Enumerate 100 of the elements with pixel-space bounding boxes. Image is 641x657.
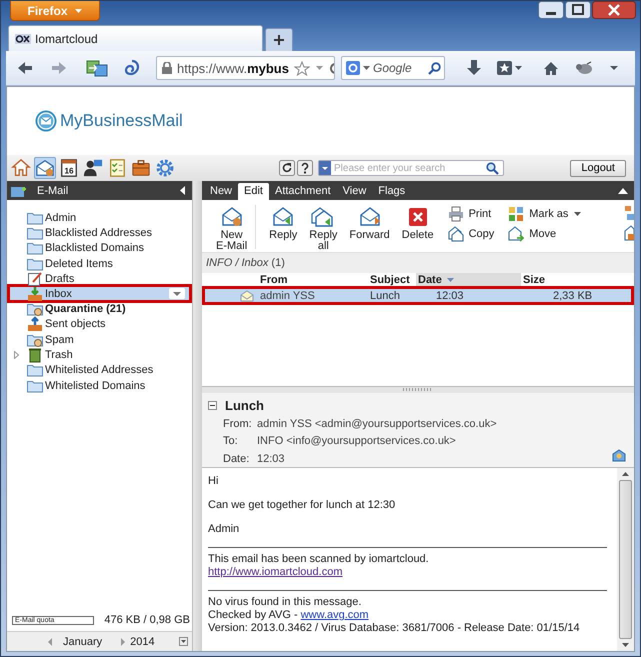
column-header[interactable]: From bbox=[258, 273, 368, 287]
calendar-icon[interactable]: 16 bbox=[58, 157, 80, 179]
back-icon[interactable] bbox=[16, 60, 34, 76]
search-engine-icon bbox=[346, 61, 360, 75]
panel-title: E-Mail bbox=[37, 184, 70, 196]
caret-icon bbox=[573, 210, 582, 216]
search-input[interactable]: Google bbox=[373, 61, 425, 75]
folder-item[interactable]: Deleted Items bbox=[7, 256, 192, 272]
sort-down-icon bbox=[446, 277, 455, 283]
maximize-icon[interactable] bbox=[565, 1, 591, 19]
swirl-icon[interactable] bbox=[124, 59, 140, 77]
folder-item[interactable]: Blacklisted Domains bbox=[7, 240, 192, 256]
logo-text: MyBusinessMail bbox=[60, 111, 183, 131]
body-text: Admin bbox=[208, 523, 240, 536]
sent-tray-icon bbox=[27, 316, 43, 332]
home-icon[interactable] bbox=[543, 60, 559, 76]
bug-icon[interactable] bbox=[575, 61, 593, 75]
mail-icon[interactable] bbox=[34, 157, 56, 179]
new-mail-icon bbox=[220, 205, 244, 229]
ribbon-button[interactable]: Forward bbox=[349, 205, 390, 241]
ribbon-button[interactable]: Copy bbox=[448, 225, 494, 242]
tiles-icon bbox=[508, 206, 524, 222]
ribbon-button[interactable]: Reply bbox=[269, 205, 298, 241]
ribbon-button[interactable]: Move bbox=[508, 225, 556, 242]
plus-icon bbox=[273, 34, 285, 46]
scrollbar[interactable] bbox=[617, 468, 634, 651]
search-icon[interactable] bbox=[486, 162, 499, 174]
ribbon-button[interactable]: Mark as bbox=[508, 205, 582, 222]
collapse-icon[interactable] bbox=[180, 186, 186, 195]
folder-item[interactable]: Trash bbox=[7, 347, 192, 363]
close-icon[interactable] bbox=[592, 1, 636, 19]
quota-reading: 476 KB / 0,98 GB bbox=[104, 614, 190, 626]
folder-item[interactable]: Spam bbox=[7, 332, 192, 348]
ribbon-tab[interactable]: Edit bbox=[238, 183, 269, 200]
contact-icon[interactable] bbox=[612, 449, 626, 462]
folder-item[interactable]: Admin bbox=[7, 210, 192, 226]
ribbon-button[interactable]: Reply all bbox=[309, 205, 338, 252]
ribbon-tab[interactable]: New bbox=[204, 183, 238, 200]
download-icon[interactable] bbox=[467, 60, 481, 76]
ribbon-button[interactable]: Print bbox=[448, 205, 492, 222]
field-value: admin YSS <admin@yoursupportservices.co.uk> bbox=[257, 418, 497, 430]
year-label: 2014 bbox=[130, 636, 155, 648]
page-arrow-icon[interactable] bbox=[86, 59, 108, 77]
caret-icon bbox=[74, 8, 82, 14]
field-label: From: bbox=[223, 418, 253, 430]
caret-icon[interactable] bbox=[314, 65, 324, 71]
address-field[interactable]: https://www.mybus bbox=[156, 56, 335, 80]
new-tab-button[interactable] bbox=[265, 28, 293, 51]
ribbon-tab[interactable]: Attachment bbox=[268, 183, 337, 200]
collapse-ribbon-icon[interactable] bbox=[618, 188, 628, 194]
message-subject: Lunch bbox=[225, 398, 264, 412]
settings-icon[interactable] bbox=[154, 157, 176, 179]
ribbon-tab[interactable]: View bbox=[336, 183, 372, 200]
refresh-icon[interactable] bbox=[279, 160, 295, 176]
menu-caret-icon[interactable] bbox=[609, 65, 619, 71]
folder-path: INFO / Inbox (1) bbox=[202, 253, 634, 273]
caret-icon bbox=[363, 66, 370, 70]
ribbon-button[interactable]: Delete bbox=[402, 205, 434, 241]
column-header[interactable]: Date bbox=[416, 273, 521, 287]
browser-tab[interactable]: Iomartcloud bbox=[8, 25, 263, 51]
body-text: Hi bbox=[208, 475, 220, 488]
globe-folder-icon bbox=[27, 301, 43, 318]
scroll-up-icon[interactable] bbox=[622, 472, 629, 476]
collapse-icon[interactable] bbox=[208, 400, 217, 410]
help-icon[interactable] bbox=[297, 160, 313, 176]
dropdown-icon[interactable] bbox=[169, 288, 185, 300]
folder-item[interactable]: Whitelisted Addresses bbox=[7, 362, 192, 378]
link[interactable]: http://www.iomartcloud.com bbox=[208, 566, 342, 578]
table-cell-text: 12:03 bbox=[435, 290, 465, 302]
link[interactable]: www.avg.com bbox=[300, 609, 369, 621]
expand-icon[interactable] bbox=[14, 351, 18, 360]
inbox-tray-icon bbox=[27, 286, 43, 302]
draft-icon bbox=[27, 270, 43, 287]
column-header[interactable]: Size bbox=[521, 273, 546, 287]
search-field[interactable]: Please enter your search bbox=[318, 160, 504, 176]
folder-icon bbox=[27, 362, 43, 378]
logout-button[interactable]: Logout bbox=[570, 160, 626, 176]
search-icon[interactable] bbox=[428, 62, 441, 74]
minimize-icon[interactable] bbox=[538, 1, 564, 19]
body-text: Can we get together for lunch at 12:30 bbox=[208, 499, 396, 512]
column-header[interactable]: Subject bbox=[368, 273, 416, 287]
star-icon[interactable] bbox=[294, 60, 310, 76]
expand-calendar-icon[interactable] bbox=[179, 637, 188, 646]
scroll-thumb[interactable] bbox=[619, 480, 632, 639]
ribbon-button[interactable]: New E-Mail bbox=[216, 205, 248, 252]
field-label: Date: bbox=[223, 452, 250, 465]
contacts-icon[interactable] bbox=[82, 157, 104, 179]
folder-item[interactable]: Whitelisted Domains bbox=[7, 378, 192, 394]
folder-item[interactable]: Quarantine (21) bbox=[7, 301, 192, 317]
site-icon bbox=[15, 34, 31, 44]
folder-item[interactable]: Blacklisted Addresses bbox=[7, 225, 192, 241]
search-field[interactable]: Google bbox=[341, 56, 445, 80]
scroll-down-icon[interactable] bbox=[622, 643, 629, 647]
ribbon-tab[interactable]: Flags bbox=[372, 183, 412, 200]
folder-item[interactable]: Sent objects bbox=[7, 316, 192, 332]
folder-item[interactable]: Inbox bbox=[7, 284, 192, 304]
message-row[interactable]: admin YSS Lunch 12:03 2,33 KB bbox=[202, 286, 634, 305]
folder-item[interactable]: Drafts bbox=[7, 271, 192, 286]
home-icon[interactable] bbox=[10, 157, 32, 179]
bookmarks-icon[interactable] bbox=[497, 60, 523, 76]
